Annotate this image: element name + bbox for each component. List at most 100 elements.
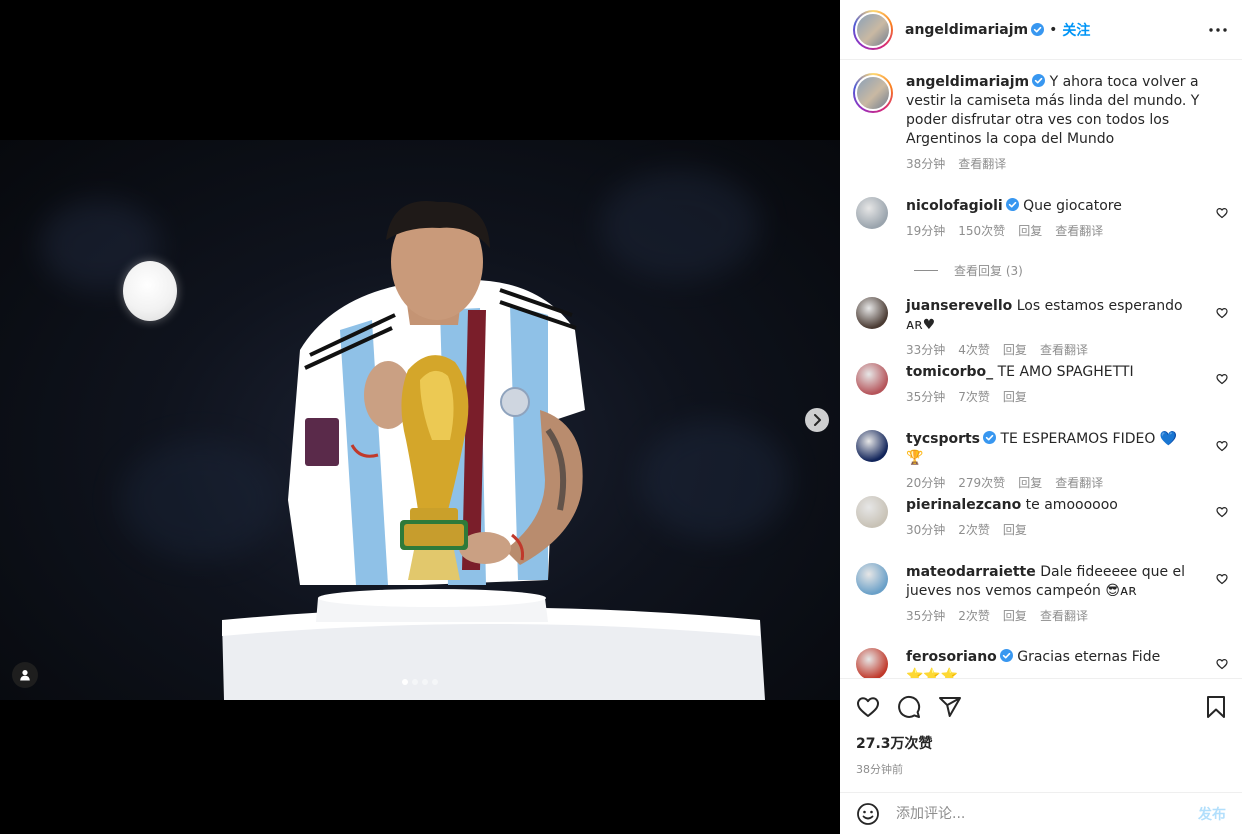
translate-link[interactable]: 查看翻译 xyxy=(1055,222,1103,241)
comment-like-icon[interactable] xyxy=(1216,373,1228,385)
comment-timestamp[interactable]: 19分钟 xyxy=(906,222,945,241)
reply-button[interactable]: 回复 xyxy=(1018,222,1042,241)
avatar-image xyxy=(855,11,891,48)
add-comment-bar: 发布 xyxy=(840,792,1242,834)
post-caption: angeldimariajm Y ahora toca volver a ves… xyxy=(840,61,1242,174)
comments-list[interactable]: angeldimariajm Y ahora toca volver a ves… xyxy=(840,61,1242,678)
player-kissing-trophy-illustration xyxy=(222,201,765,700)
commenter-username[interactable]: pierinalezcano xyxy=(906,497,1021,513)
view-replies-label: 查看回复 (3) xyxy=(954,264,1023,278)
comment-timestamp[interactable]: 30分钟 xyxy=(906,521,945,540)
commenter-avatar[interactable] xyxy=(856,363,888,395)
comment-meta: 19分钟 150次赞 回复 查看翻译 xyxy=(906,222,1191,241)
commenter-username[interactable]: juanserevello xyxy=(906,298,1012,314)
commenter-username[interactable]: mateodarraiette xyxy=(906,564,1036,580)
save-bookmark-icon[interactable] xyxy=(1204,695,1228,719)
post-comment-button[interactable]: 发布 xyxy=(1198,804,1226,824)
reply-button[interactable]: 回复 xyxy=(1003,521,1027,540)
commenter-avatar[interactable] xyxy=(856,648,888,678)
comment-likes-count[interactable]: 2次赞 xyxy=(958,607,990,626)
post-timestamp: 38分钟前 xyxy=(856,763,903,776)
comment-timestamp[interactable]: 20分钟 xyxy=(906,474,945,493)
commenter-username[interactable]: tycsports xyxy=(906,431,980,447)
comment-likes-count[interactable]: 279次赞 xyxy=(958,474,1005,493)
comment-timestamp[interactable]: 33分钟 xyxy=(906,341,945,360)
comment-input[interactable] xyxy=(896,805,1198,822)
commenter-username[interactable]: nicolofagioli xyxy=(906,198,1003,214)
reply-button[interactable]: 回复 xyxy=(1003,607,1027,626)
caption-author-avatar[interactable] xyxy=(853,73,893,113)
comment-body: pierinalezcano te amoooooo 30分钟 2次赞 回复 xyxy=(906,496,1191,540)
more-options-button[interactable] xyxy=(1206,18,1230,42)
comment-like-icon[interactable] xyxy=(1216,573,1228,585)
translate-link[interactable]: 查看翻译 xyxy=(1040,341,1088,360)
comment-body: mateodarraiette Dale fideeeee que el jue… xyxy=(906,563,1191,626)
comment-text: Que giocatore xyxy=(1023,198,1122,214)
verified-badge-icon xyxy=(999,649,1013,662)
comment-like-icon[interactable] xyxy=(1216,506,1228,518)
comment-like-icon[interactable] xyxy=(1216,207,1228,219)
commenter-avatar[interactable] xyxy=(856,297,888,329)
comment-item: tycsports TE ESPERAMOS FIDEO 💙🏆 20分钟 279次赞… xyxy=(856,430,1228,493)
commenter-avatar[interactable] xyxy=(856,197,888,229)
comment-like-icon[interactable] xyxy=(1216,307,1228,319)
comment-body: ferosoriano Gracias eternas Fide ⭐⭐⭐ xyxy=(906,648,1191,678)
comment-item: ferosoriano Gracias eternas Fide ⭐⭐⭐ xyxy=(856,648,1228,678)
emoji-icon[interactable] xyxy=(856,802,880,826)
reply-button[interactable]: 回复 xyxy=(1018,474,1042,493)
comment-likes-count[interactable]: 4次赞 xyxy=(958,341,990,360)
translate-link[interactable]: 查看翻译 xyxy=(1040,607,1088,626)
comment-icon[interactable] xyxy=(897,695,921,719)
comment-likes-count[interactable]: 2次赞 xyxy=(958,521,990,540)
caption-body: angeldimariajm Y ahora toca volver a ves… xyxy=(906,73,1216,174)
view-replies-button[interactable]: 查看回复 (3) xyxy=(914,262,1023,279)
comment-body: juanserevello Los estamos esperando ᴀʀ♥ 3… xyxy=(906,297,1191,360)
header-separator: • xyxy=(1049,21,1058,38)
caption-translate-link[interactable]: 查看翻译 xyxy=(958,155,1006,174)
share-icon[interactable] xyxy=(938,695,962,719)
caption-username[interactable]: angeldimariajm xyxy=(906,74,1029,90)
tagged-users-button[interactable] xyxy=(12,662,38,688)
verified-badge-icon xyxy=(1031,23,1045,36)
commenter-avatar[interactable] xyxy=(856,496,888,528)
comment-likes-count[interactable]: 7次赞 xyxy=(958,388,990,407)
comment-meta: 35分钟 2次赞 回复 查看翻译 xyxy=(906,607,1191,626)
author-username[interactable]: angeldimariajm xyxy=(905,22,1028,38)
reply-button[interactable]: 回复 xyxy=(1003,341,1027,360)
chevron-right-icon xyxy=(814,414,821,426)
comment-like-icon[interactable] xyxy=(1216,440,1228,452)
comment-meta: 30分钟 2次赞 回复 xyxy=(906,521,1191,540)
comment-meta: 20分钟 279次赞 回复 查看翻译 xyxy=(906,474,1191,493)
comment-item: mateodarraiette Dale fideeeee que el jue… xyxy=(856,563,1228,626)
reply-button[interactable]: 回复 xyxy=(1003,388,1027,407)
comment-body: tomicorbo_ TE AMO SPAGHETTI 35分钟 7次赞 回复 xyxy=(906,363,1191,407)
user-tag-icon xyxy=(20,670,30,681)
comment-like-icon[interactable] xyxy=(1216,658,1228,670)
comment-body: tycsports TE ESPERAMOS FIDEO 💙🏆 20分钟 279次赞… xyxy=(906,430,1191,493)
commenter-avatar[interactable] xyxy=(856,563,888,595)
post-header: angeldimariajm • 关注 xyxy=(840,0,1242,60)
commenter-username[interactable]: tomicorbo_ xyxy=(906,364,993,380)
comment-likes-count[interactable]: 150次赞 xyxy=(958,222,1005,241)
comment-item: nicolofagioli Que giocatore 19分钟 150次赞 回复 查看… xyxy=(856,197,1228,241)
likes-count[interactable]: 27.3万次赞 xyxy=(840,733,1242,753)
translate-link[interactable]: 查看翻译 xyxy=(1055,474,1103,493)
comment-timestamp[interactable]: 35分钟 xyxy=(906,607,945,626)
next-photo-button[interactable] xyxy=(805,408,829,432)
comment-item: juanserevello Los estamos esperando ᴀʀ♥ 3… xyxy=(856,297,1228,360)
post-photo[interactable] xyxy=(0,140,840,700)
carousel-dot xyxy=(402,679,408,685)
like-icon[interactable] xyxy=(856,695,880,719)
commenter-avatar[interactable] xyxy=(856,430,888,462)
comment-meta: 35分钟 7次赞 回复 xyxy=(906,388,1191,407)
comment-timestamp[interactable]: 35分钟 xyxy=(906,388,945,407)
author-avatar[interactable] xyxy=(853,9,893,50)
comment-meta: 33分钟 4次赞 回复 查看翻译 xyxy=(906,341,1191,360)
post-media xyxy=(0,0,840,834)
commenter-username[interactable]: ferosoriano xyxy=(906,649,997,665)
comment-text: TE AMO SPAGHETTI xyxy=(997,364,1134,380)
comment-item: pierinalezcano te amoooooo 30分钟 2次赞 回复 xyxy=(856,496,1228,540)
carousel-dot xyxy=(412,679,418,685)
caption-timestamp[interactable]: 38分钟 xyxy=(906,155,945,174)
follow-button[interactable]: 关注 xyxy=(1062,20,1090,40)
